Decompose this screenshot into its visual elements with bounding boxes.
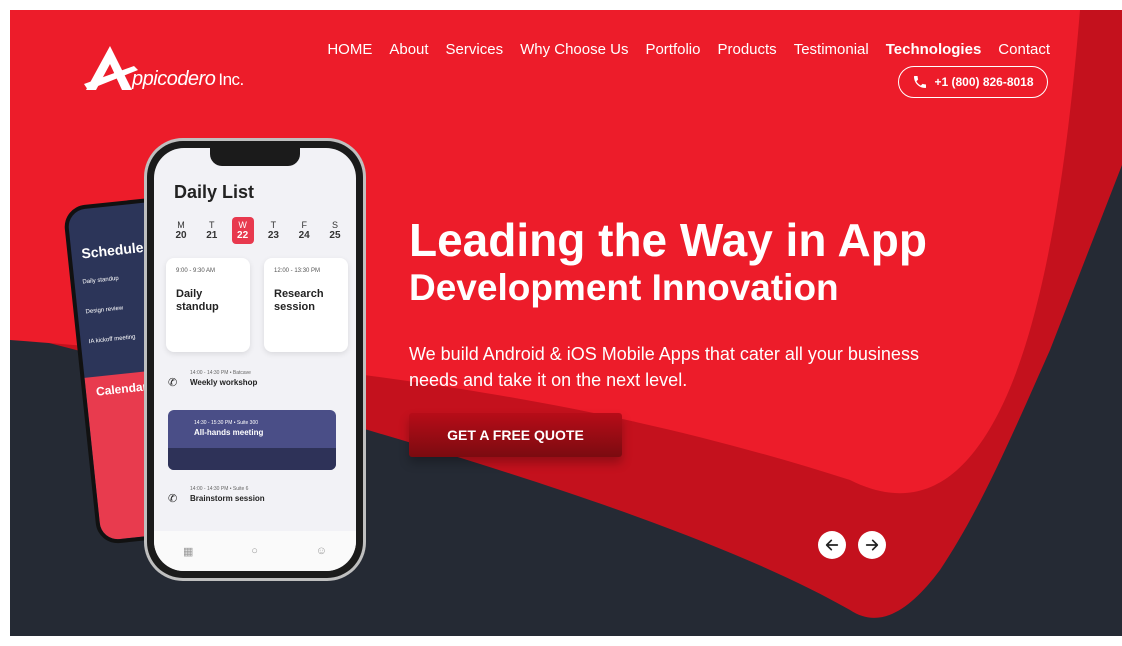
phone-icon: ✆: [168, 377, 178, 389]
phone-mockup-front: Daily List M 20 T 21 W 22 T 23 F 24 S 25 9:00 …: [147, 141, 363, 578]
day-item: T 21: [206, 220, 218, 241]
phone-icon: ✆: [168, 493, 178, 505]
back-item: Daily standup: [82, 275, 120, 286]
meeting-card: 14:30 - 15:30 PM • Suite 300 All-hands m…: [168, 410, 336, 470]
calendar-title: Calendar: [95, 379, 148, 399]
daily-list-title: Daily List: [174, 182, 255, 202]
hero-section: ppicodero Inc. HOME About Services Why Ch…: [10, 10, 1122, 636]
event-row: ✆ 14:00 - 14:30 PM • Suite 6 Brainstorm …: [168, 486, 265, 505]
day-item: T 23: [267, 220, 279, 241]
arrow-left-icon: [825, 539, 839, 551]
user-icon: ☺: [315, 545, 328, 557]
hero-subtitle: We build Android & iOS Mobile Apps that …: [409, 344, 919, 390]
event-card: 9:00 - 9:30 AM Daily standup: [166, 258, 250, 352]
day-strip: M 20 T 21 W 22 T 23 F 24 S 25: [170, 217, 346, 244]
calendar-icon: ▦: [182, 545, 194, 558]
arrow-right-icon: [865, 539, 879, 551]
day-item: S 25: [329, 220, 341, 241]
phone-number: +1 (800) 826-8018: [934, 75, 1034, 89]
search-icon: ○: [251, 545, 258, 557]
schedule-title: Schedule: [80, 239, 145, 262]
day-item: F 24: [298, 220, 310, 241]
day-item: M 20: [175, 220, 187, 241]
phone-front-screen: Daily List M 20 T 21 W 22 T 23 F 24 S 25 9:00 …: [154, 148, 356, 571]
nav-products[interactable]: Products: [717, 41, 776, 58]
hero-title-line2: Development Innovation: [409, 267, 839, 308]
hero-title-line1: Leading the Way in App: [409, 214, 927, 266]
phone-icon: [914, 76, 927, 88]
nav-testimonial[interactable]: Testimonial: [794, 41, 869, 58]
event-card: 12:00 - 13:30 PM Research session: [264, 258, 348, 352]
main-nav: HOME About Services Why Choose Us Portfo…: [327, 41, 1050, 58]
hero-title: Leading the Way in App Development Innov…: [409, 214, 927, 310]
app-tabbar: ▦ ○ ☺: [154, 531, 356, 571]
logo-text: ppicodero Inc.: [132, 68, 244, 90]
nav-why-choose-us[interactable]: Why Choose Us: [520, 41, 628, 58]
slider-next-button[interactable]: [858, 531, 886, 559]
slider-prev-button[interactable]: [818, 531, 846, 559]
phone-call-button[interactable]: +1 (800) 826-8018: [898, 66, 1048, 98]
nav-technologies[interactable]: Technologies: [886, 41, 982, 58]
nav-services[interactable]: Services: [446, 41, 504, 58]
phone-notch: [210, 148, 300, 166]
nav-contact[interactable]: Contact: [998, 41, 1050, 58]
nav-portfolio[interactable]: Portfolio: [645, 41, 700, 58]
back-item: Design review: [85, 305, 124, 316]
brand-logo[interactable]: ppicodero Inc.: [82, 44, 272, 102]
nav-home[interactable]: HOME: [327, 41, 372, 58]
event-row: ✆ 14:00 - 14:30 PM • Batcave Weekly work…: [168, 370, 258, 389]
free-quote-button[interactable]: GET A FREE QUOTE: [409, 413, 622, 457]
nav-about[interactable]: About: [389, 41, 428, 58]
back-item: IA kickoff meeting: [88, 334, 136, 346]
meeting-attendees: [168, 448, 336, 470]
day-item-selected: W 22: [231, 217, 254, 244]
